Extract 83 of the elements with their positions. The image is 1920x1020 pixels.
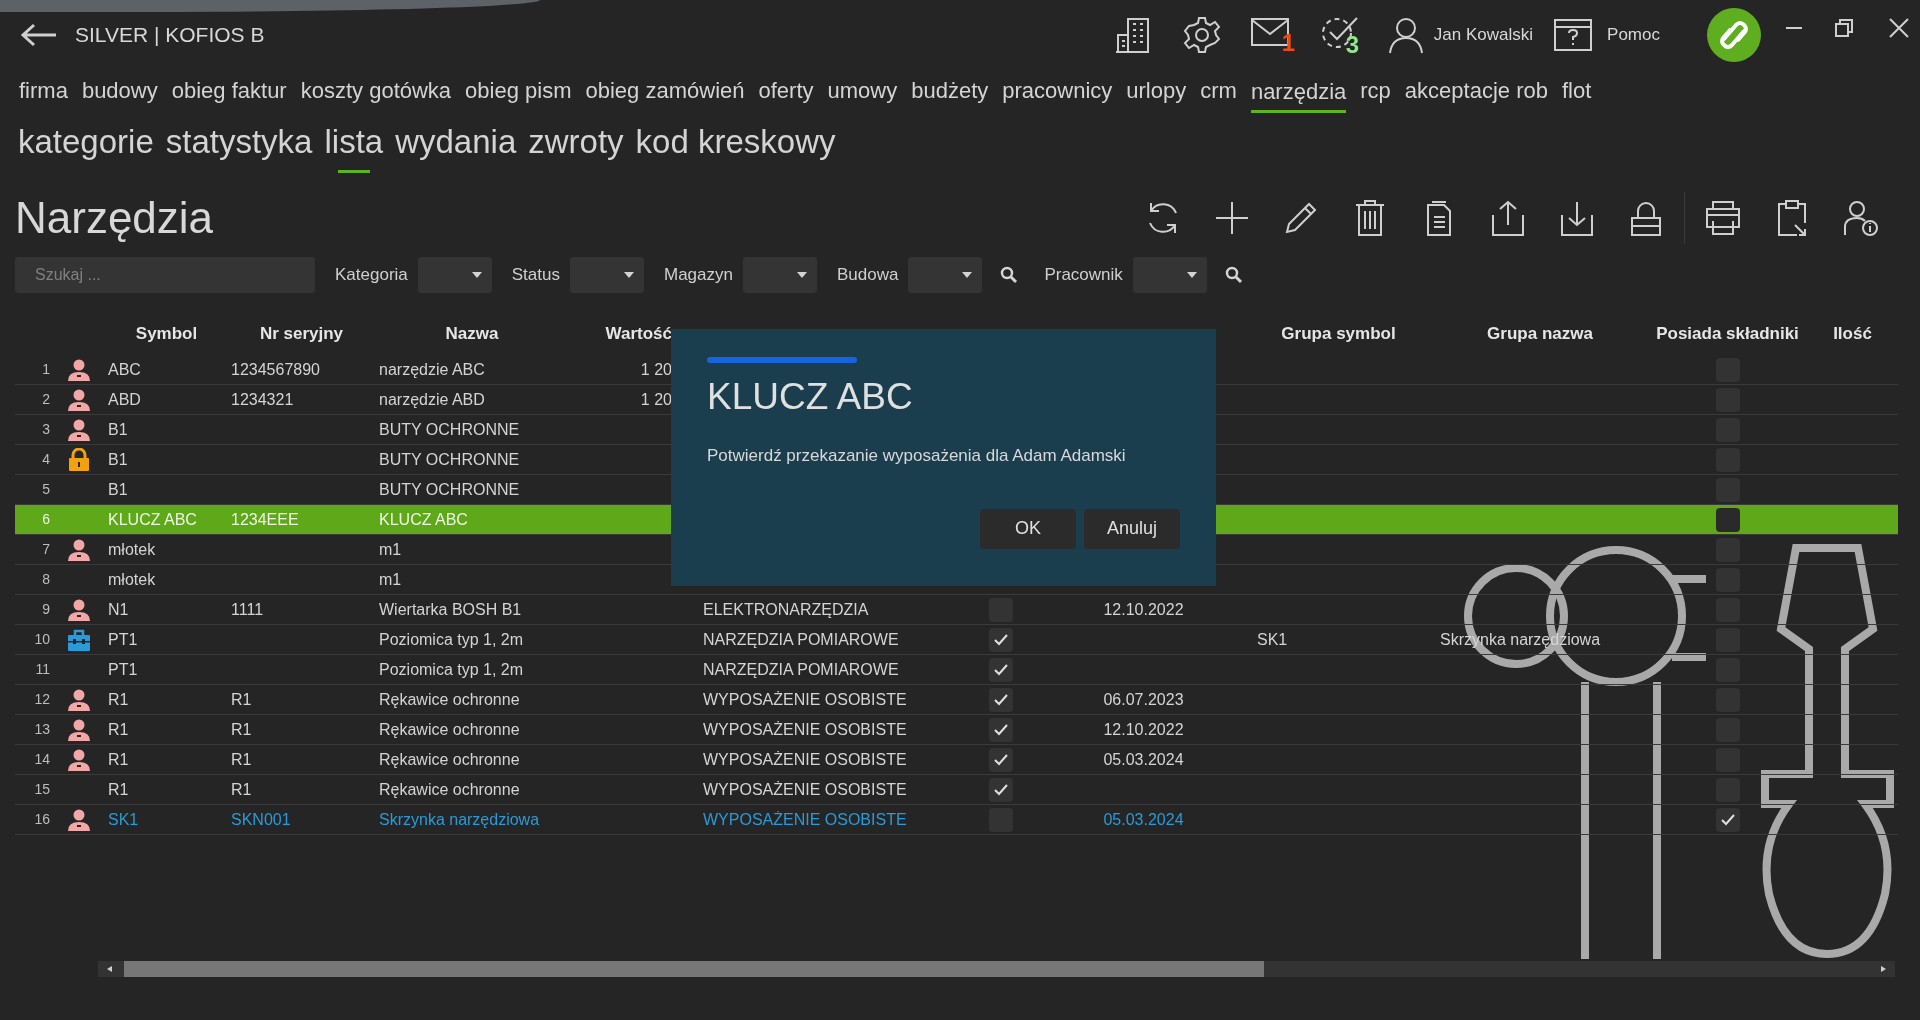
group-symbol-cell-text: SK1	[1257, 629, 1288, 650]
name-cell-text: m1	[379, 569, 402, 590]
name-cell-text: Wiertarka BOSH B1	[379, 599, 522, 620]
serial-cell-text: R1	[231, 689, 252, 710]
row-number: 5	[42, 480, 50, 499]
row-number: 8	[42, 570, 50, 589]
value-cell-text: 1 20	[640, 389, 672, 410]
symbol-cell-text: R1	[108, 719, 129, 740]
window-title: SILVER | KOFIOS B	[75, 22, 265, 49]
date-cell-text: 05.03.2024	[1103, 749, 1184, 770]
symbol-cell-text: R1	[108, 689, 129, 710]
serial-cell-text: 1234EEE	[231, 509, 299, 530]
dialog-message: Potwierdź przekazanie wyposażenia dla Adam Adamski	[707, 445, 1127, 467]
symbol-cell-text: B1	[108, 449, 128, 470]
category-cell-text: WYPOSAŻENIE OSOBISTE	[703, 749, 907, 770]
date-cell-text: 05.03.2024	[1103, 809, 1184, 830]
symbol-cell-text: ABD	[108, 389, 141, 410]
category-cell-text: WYPOSAŻENIE OSOBISTE	[703, 689, 907, 710]
date-cell-text: 06.07.2023	[1103, 689, 1184, 710]
name-cell-text: narzędzie ABC	[379, 359, 485, 380]
row-number: 13	[34, 720, 50, 739]
filter-label: Magazyn	[664, 264, 733, 287]
row-number: 3	[42, 420, 50, 439]
row-number: 9	[42, 600, 50, 619]
symbol-cell-text: R1	[108, 749, 129, 770]
symbol-cell-text: SK1	[108, 809, 139, 830]
row-number: 6	[42, 510, 50, 529]
serial-cell-text: R1	[231, 749, 252, 770]
category-cell-text: NARZĘDZIA POMIAROWE	[703, 659, 899, 680]
symbol-cell-text: PT1	[108, 659, 138, 680]
row-number: 14	[34, 750, 50, 769]
symbol-cell-text: PT1	[108, 629, 138, 650]
task-count: 3	[1345, 33, 1360, 57]
serial-cell-text: 1111	[231, 599, 264, 620]
notification-count: 1	[1281, 31, 1296, 55]
row-number: 4	[42, 450, 50, 469]
category-cell-text: NARZĘDZIA POMIAROWE	[703, 629, 899, 650]
name-cell-text: m1	[379, 539, 402, 560]
symbol-cell-text: młotek	[108, 569, 156, 590]
serial-cell-text: 1234567890	[231, 359, 320, 380]
name-cell-text: Skrzynka narzędziowa	[379, 809, 540, 830]
name-cell-text: BUTY OCHRONNE	[379, 449, 520, 470]
name-cell-text: narzędzie ABD	[379, 389, 485, 410]
date-cell-text: 12.10.2022	[1103, 599, 1184, 620]
page-title: Narzędzia	[15, 192, 214, 244]
category-cell-text: WYPOSAŻENIE OSOBISTE	[703, 809, 907, 830]
serial-cell-text: 1234321	[231, 389, 294, 410]
serial-cell-text: SKN001	[231, 809, 291, 830]
row-number: 12	[34, 690, 50, 709]
symbol-cell-text: KLUCZ ABC	[108, 509, 197, 530]
serial-cell-text: R1	[231, 719, 252, 740]
symbol-cell-text: R1	[108, 779, 129, 800]
name-cell-text: Rękawice ochronne	[379, 719, 520, 740]
name-cell-text: Poziomica typ 1, 2m	[379, 659, 524, 680]
row-number: 11	[35, 660, 50, 679]
category-cell-text: WYPOSAŻENIE OSOBISTE	[703, 779, 907, 800]
filter-label: Pracownik	[1044, 264, 1123, 287]
name-cell-text: BUTY OCHRONNE	[379, 419, 520, 440]
symbol-cell-text: ABC	[108, 359, 141, 380]
filter-label: Status	[511, 264, 560, 287]
category-cell-text: ELEKTRONARZĘDZIA	[703, 599, 869, 620]
name-cell-text: BUTY OCHRONNE	[379, 479, 520, 500]
value-cell-text: 1 20	[640, 359, 672, 380]
row-number: 16	[34, 810, 50, 829]
filter-label: Budowa	[836, 264, 899, 287]
name-cell-text: Poziomica typ 1, 2m	[379, 629, 524, 650]
symbol-cell-text: N1	[108, 599, 129, 620]
row-number: 7	[42, 540, 50, 559]
name-cell-text: KLUCZ ABC	[379, 509, 468, 530]
filter-label: Kategoria	[335, 264, 408, 287]
symbol-cell-text: B1	[108, 479, 128, 500]
name-cell-text: Rękawice ochronne	[379, 779, 520, 800]
name-cell-text: Rękawice ochronne	[379, 689, 520, 710]
category-cell-text: WYPOSAŻENIE OSOBISTE	[703, 719, 907, 740]
date-cell-text: 12.10.2022	[1103, 719, 1184, 740]
symbol-cell-text: B1	[108, 419, 128, 440]
row-number: 1	[42, 360, 50, 379]
name-cell-text: Rękawice ochronne	[379, 749, 520, 770]
serial-cell-text: R1	[231, 779, 252, 800]
row-number: 15	[34, 780, 50, 799]
row-number: 10	[34, 630, 50, 649]
row-number: 2	[42, 390, 50, 409]
symbol-cell-text: młotek	[108, 539, 156, 560]
